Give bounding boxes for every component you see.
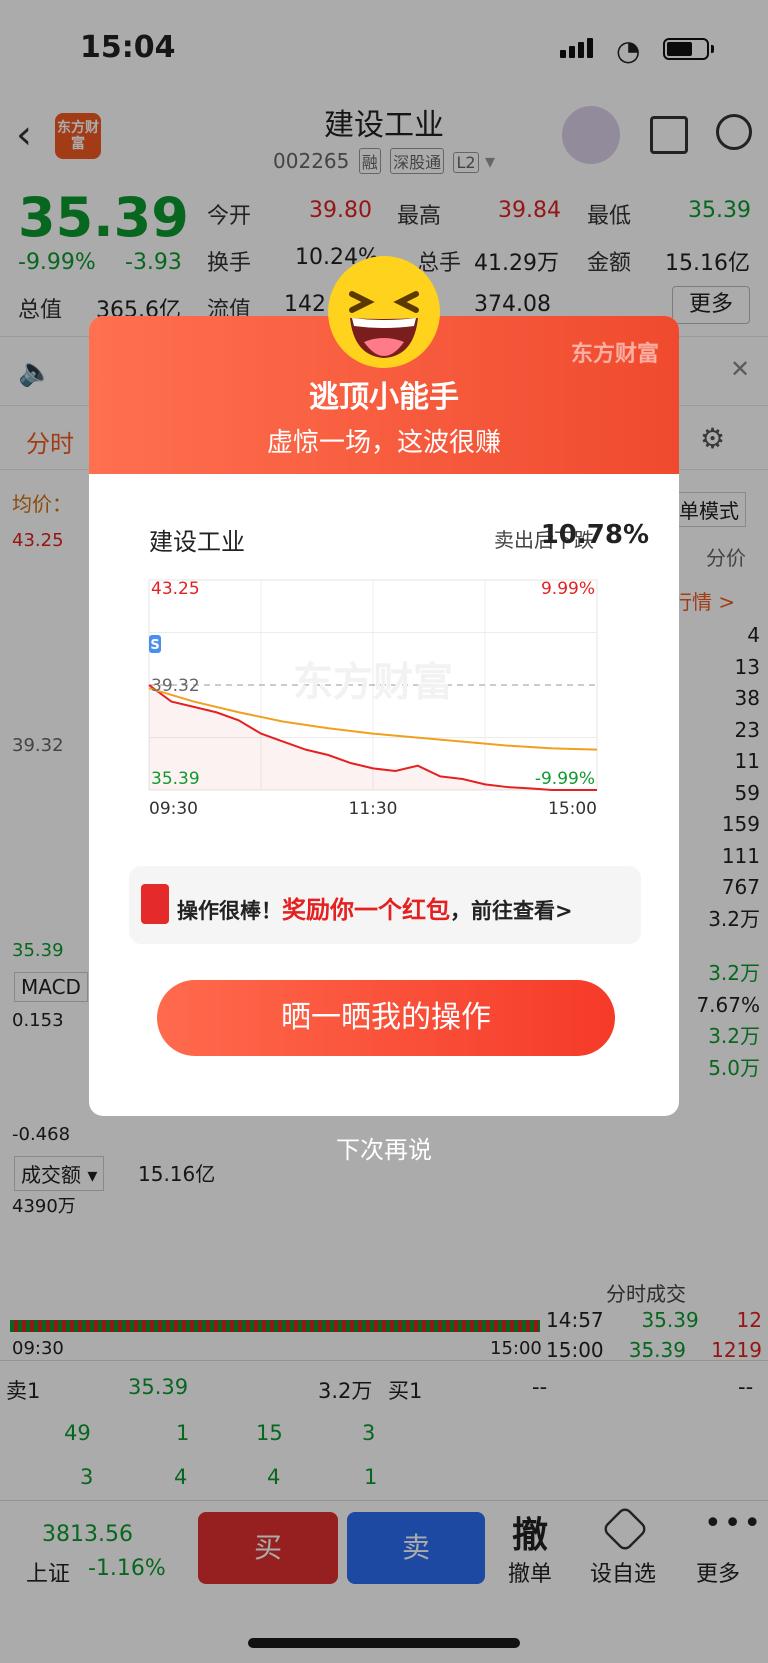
x-tick-label: 11:30	[349, 799, 398, 818]
y-tick-label-right: -9.99%	[535, 769, 595, 789]
x-tick-label: 09:30	[149, 799, 198, 818]
banner-text-c: ，前往查看>	[450, 899, 573, 923]
drop-value: 10.78%	[540, 520, 649, 550]
laughing-emoji-icon	[328, 256, 440, 368]
y-tick-label-right: 9.99%	[541, 579, 595, 599]
modal-subtitle: 虚惊一场，这波很赚	[266, 428, 501, 458]
sell-marker-label: S	[150, 638, 159, 653]
x-tick-label: 15:00	[548, 799, 597, 818]
brand-watermark: 东方财富	[570, 342, 659, 367]
modal-title: 逃顶小能手	[309, 380, 459, 415]
y-tick-label: 43.25	[151, 579, 200, 599]
red-packet-icon	[141, 884, 169, 924]
red-packet-banner[interactable]: 操作很棒！奖励你一个红包，前往查看>	[129, 866, 641, 944]
banner-text: 操作很棒！奖励你一个红包，前往查看>	[177, 890, 573, 925]
banner-text-b: 奖励你一个红包	[282, 896, 450, 924]
y-tick-label: 35.39	[151, 769, 200, 789]
dismiss-later-link[interactable]: 下次再说	[0, 1130, 768, 1165]
intraday-chart: 东方财富 43.25 39.32 35.39 9.99% -9.99% 09:30 11:30…	[148, 579, 598, 818]
reward-modal: 东方财富 逃顶小能手 虚惊一场，这波很赚 建设工业 卖出后下跌 10.78% 东…	[89, 316, 679, 1116]
chart-watermark: 东方财富	[293, 660, 453, 706]
banner-text-a: 操作很棒！	[177, 899, 282, 923]
share-operation-button[interactable]: 晒一晒我的操作	[157, 980, 615, 1056]
y-tick-label: 39.32	[151, 676, 200, 696]
modal-stock-name: 建设工业	[149, 528, 245, 556]
home-indicator	[248, 1638, 520, 1648]
